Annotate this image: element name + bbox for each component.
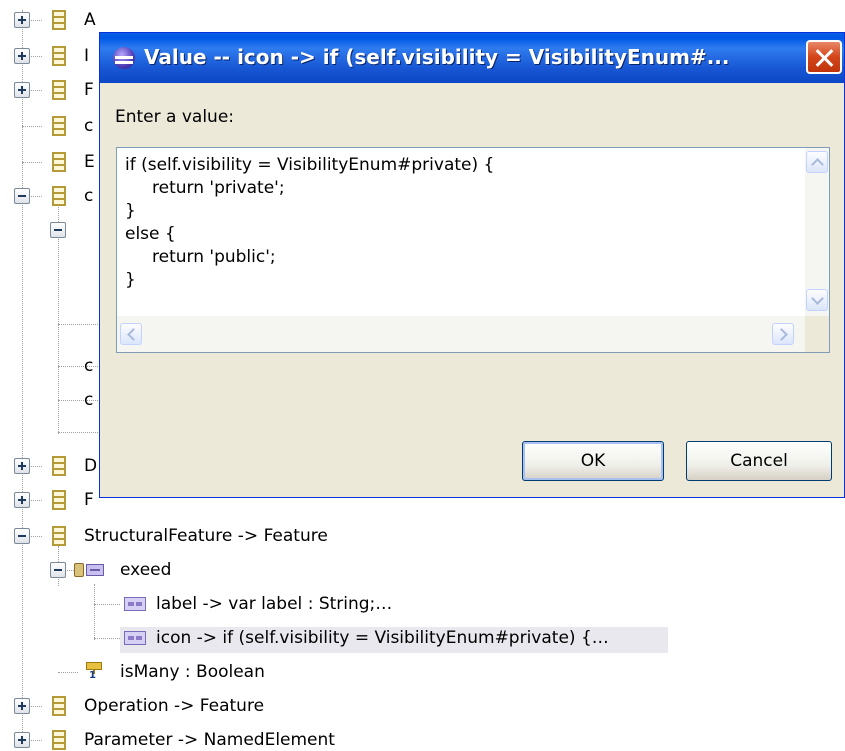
tree-node-label[interactable]: c (84, 115, 93, 137)
value-textarea[interactable]: if (self.visibility = VisibilityEnum#pri… (116, 147, 830, 353)
value-dialog: Value -- icon -> if (self.visibility = V… (99, 32, 845, 498)
scroll-right-icon[interactable] (772, 323, 794, 345)
class-icon (52, 152, 66, 172)
cancel-button[interactable]: Cancel (686, 441, 832, 481)
class-icon (52, 10, 66, 30)
expand-toggle[interactable] (14, 458, 30, 474)
class-icon (52, 526, 66, 546)
tree-node-label[interactable]: c (84, 185, 93, 207)
tree-node-label[interactable]: F (84, 489, 94, 511)
collapse-toggle[interactable] (50, 222, 66, 238)
close-button[interactable] (806, 40, 842, 74)
class-icon (52, 730, 66, 750)
tree-node-label[interactable]: I (84, 45, 89, 67)
prompt-label: Enter a value: (115, 107, 235, 127)
eclipse-icon (113, 47, 135, 69)
scroll-down-icon[interactable] (806, 289, 828, 311)
class-icon (52, 490, 66, 510)
collapse-toggle[interactable] (14, 528, 30, 544)
tree-node-label[interactable]: Operation -> Feature (84, 695, 264, 717)
class-icon (52, 46, 66, 66)
vertical-scrollbar[interactable] (805, 148, 829, 316)
details-entry-icon (124, 597, 146, 611)
tree-node-label[interactable]: D (84, 455, 97, 477)
class-icon (52, 116, 66, 136)
tree-node-label[interactable]: c (84, 389, 93, 411)
dialog-titlebar[interactable]: Value -- icon -> if (self.visibility = V… (100, 33, 844, 83)
class-icon (52, 186, 66, 206)
tree-line (94, 584, 95, 640)
expand-toggle[interactable] (14, 732, 30, 748)
scroll-left-icon[interactable] (120, 323, 142, 345)
tree-node-label[interactable]: StructuralFeature -> Feature (84, 525, 328, 547)
class-icon (52, 80, 66, 100)
tree-node-label[interactable]: isMany : Boolean (120, 661, 265, 683)
scrollbar-corner (805, 316, 829, 352)
collapse-toggle[interactable] (50, 562, 66, 578)
dialog-title: Value -- icon -> if (self.visibility = V… (144, 45, 730, 69)
tree-node-label[interactable]: A (84, 9, 96, 31)
expand-toggle[interactable] (14, 492, 30, 508)
tree-node-label[interactable]: E (84, 151, 95, 173)
expand-toggle[interactable] (14, 698, 30, 714)
tree-node-label[interactable]: icon -> if (self.visibility = Visibility… (156, 627, 609, 649)
tree-node-label[interactable]: F (84, 79, 94, 101)
class-icon (52, 456, 66, 476)
expand-toggle[interactable] (14, 48, 30, 64)
tree-node-label[interactable]: Parameter -> NamedElement (84, 729, 335, 751)
tree-node-label[interactable]: label -> var label : String;… (156, 593, 392, 615)
expand-toggle[interactable] (14, 12, 30, 28)
tree-node-label[interactable]: c (84, 355, 93, 377)
details-entry-icon (124, 631, 146, 645)
collapse-toggle[interactable] (14, 188, 30, 204)
horizontal-scrollbar[interactable] (117, 316, 805, 352)
annotation-icon (74, 562, 106, 578)
expand-toggle[interactable] (14, 82, 30, 98)
tree-line (22, 10, 23, 740)
scroll-up-icon[interactable] (806, 151, 828, 173)
ok-button[interactable]: OK (522, 441, 664, 481)
attribute-icon: 1 (86, 662, 102, 682)
value-text[interactable]: if (self.visibility = VisibilityEnum#pri… (125, 154, 494, 292)
tree-node-label[interactable]: exeed (120, 559, 171, 581)
class-icon (52, 696, 66, 716)
